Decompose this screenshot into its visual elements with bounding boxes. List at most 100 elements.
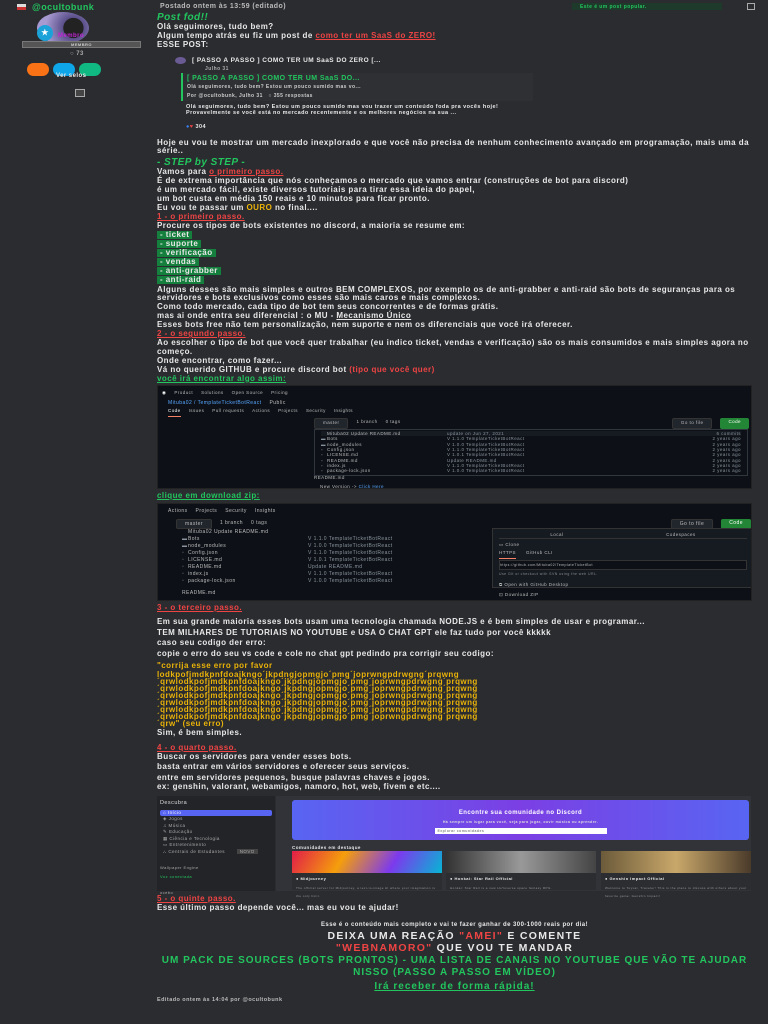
discover-item-label: Entretenimento	[169, 842, 207, 848]
text: QUE VOU TE MANDAR	[432, 942, 574, 955]
reactions[interactable]: ●♥ 304	[186, 123, 206, 132]
tags: 0 tags	[385, 419, 401, 425]
card-name: ● Midjourney	[296, 876, 327, 882]
paragraph: você irá encontrar algo assim:	[157, 373, 287, 383]
nav-item: Solutions	[201, 390, 224, 396]
text: Mecanismo Único	[336, 311, 412, 321]
text: E COMENTE	[503, 929, 582, 942]
code-line: ´qrw" (seu erro)	[157, 719, 225, 729]
card-meta: Por @ocultobunk, Julho 31 ○ 355 resposta…	[187, 92, 313, 99]
card-name-text: Genshin Impact Official	[609, 876, 665, 882]
explore-search: Explorar comunidades	[434, 828, 607, 835]
card-desc: Welcome to Teyvat, Traveler! This is the…	[605, 885, 747, 899]
paragraph: Ao escolher o tipo de bot que você quer …	[157, 338, 749, 356]
rank-bar: MEMBRO	[22, 41, 141, 48]
nav-item: Open Source	[231, 390, 264, 396]
tab: Projects	[195, 507, 218, 514]
category-icon: ▭	[163, 842, 168, 848]
quote-card[interactable]: [ PASSO A PASSO ] COMO TER UM SaaS DO...…	[181, 72, 533, 101]
file-row: ▫ package-lock.json V 1.0.0 TemplateTicket…	[321, 468, 741, 473]
text: mas ai onde entra seu diferencial : o MU…	[157, 311, 337, 321]
category-icon: ✎	[163, 829, 168, 835]
tag: - anti-grabber	[157, 267, 221, 276]
paragraph: Em sua grande maioria esses bots usam um…	[157, 617, 645, 627]
tab-codespaces: Codespaces	[666, 531, 696, 537]
card-title[interactable]: [ PASSO A PASSO ] COMO TER UM SaaS DO...	[187, 75, 529, 84]
saas-link[interactable]: como ter um SaaS do ZERO!	[315, 31, 435, 40]
tab: Security	[305, 408, 326, 414]
github-nav: ◉ Product Solutions Open Source Pricing	[162, 388, 288, 397]
open-desktop: ⧉ Open with GitHub Desktop	[499, 581, 569, 587]
protocol-tabs: HTTPS GitHub CLI	[499, 549, 747, 559]
text: Vamos para	[157, 166, 210, 176]
tag: - suporte	[157, 239, 202, 248]
banner-subtitle: Há sempre um lugar para você, seja para …	[442, 819, 599, 824]
paragraph: Vamos para o primeiro passo.	[157, 166, 752, 177]
heart-icon: ♥	[189, 123, 194, 130]
discover-item-label: Educação	[168, 829, 193, 835]
discord-user-panel: Wallpaper Engine Voz conectada ocebo	[160, 864, 272, 898]
text: Eu vou te passar um	[157, 202, 247, 212]
repo-tabs: Code Issues Pull requests Actions Projects Se…	[168, 407, 353, 417]
nav-item: Product	[174, 390, 194, 396]
paragraph: ESSE POST:	[157, 40, 209, 49]
paragraph: Alguns desses são mais simples e outros …	[157, 284, 736, 303]
tab: Insights	[333, 408, 353, 414]
file-name: package-lock.json	[188, 577, 236, 584]
cta-line-2: "WEBNAMORO" QUE VOU TE MANDAR	[157, 942, 752, 954]
paragraph: basta entrar em vários servidores e ofer…	[157, 762, 410, 772]
paragraph: Algum tempo atrás eu fiz um post de como…	[157, 31, 752, 41]
clone-label: Clone	[505, 541, 520, 547]
category-icon: ♫	[163, 822, 167, 828]
clone-dropdown: Local Codespaces ▭ Clone HTTPS GitHub CLI …	[492, 527, 751, 597]
discord-banner: Encontre sua comunidade no Discord Há se…	[292, 800, 749, 841]
tab-cli: GitHub CLI	[526, 550, 553, 556]
author-username[interactable]: @ocultobunk	[32, 2, 94, 12]
discover-item-label: Jogos	[168, 816, 183, 822]
quoted-post[interactable]: [ PASSO A PASSO ] COMO TER UM SaaS DO ZE…	[169, 55, 549, 133]
file-name: index.js	[188, 570, 209, 577]
category-icon: ◈	[163, 816, 167, 822]
badge-icon[interactable]	[27, 63, 49, 76]
quote-title[interactable]: [ PASSO A PASSO ] COMO TER UM SaaS DO ZE…	[192, 57, 381, 64]
file-name: Bots	[188, 535, 200, 542]
paragraph: clique em download zip:	[157, 491, 260, 501]
paragraph: é um mercado fácil, existe diversos tuto…	[157, 184, 475, 194]
tab: Code	[168, 407, 181, 417]
discover-item-label: Música	[168, 822, 186, 828]
error-code-block: lodkpofjmdkpnfdoajkngo´jkpdngjopmgjo´pmg…	[157, 671, 752, 729]
clone-heading: ▭ Clone	[499, 541, 520, 547]
post-menu-icon[interactable]	[747, 3, 755, 10]
file-name: LICENSE.md	[188, 556, 223, 563]
paragraph: Esse último passo depende você... mas eu…	[157, 903, 399, 913]
paragraph: Procure os tipos de bots existentes no d…	[157, 220, 466, 230]
readme-link: Click Here	[358, 483, 384, 489]
post-content: Post fod!! Olá seguimores, tudo bem? Alg…	[157, 13, 752, 1005]
cta-line-1: DEIXA UMA REAÇÃO "AMEI" E COMENTE	[157, 930, 752, 942]
view-badges-link[interactable]: Ver selos	[56, 73, 86, 79]
reaction-count: 304	[195, 123, 207, 130]
paragraph: Esse é o conteúdo mais completo e vai te…	[320, 921, 589, 928]
step-heading: 4 - o quarto passo.	[157, 742, 237, 752]
reputation-count: 73	[76, 51, 84, 57]
discord-main: Encontre sua comunidade no Discord Há se…	[276, 796, 751, 898]
commit-message: Mituba02 Update README.md	[188, 528, 269, 535]
community-card: ● Honkai: Star Rail Official Honkai: Star…	[446, 851, 596, 891]
file-name: package-lock.json	[327, 468, 371, 474]
clone-hint: Use Git or checkout with SVN using the w…	[499, 572, 598, 577]
step-heading: 1 - o primeiro passo.	[157, 211, 245, 221]
text: o primeiro passo.	[209, 166, 284, 176]
paragraph: Eu vou te passar um OURO no final....	[157, 202, 752, 213]
download-zip: ⊡ Download ZIP	[499, 592, 539, 598]
message-icon[interactable]	[75, 89, 85, 97]
github-logo-icon: ◉	[162, 390, 167, 396]
readme-text: New Version ->	[320, 483, 359, 489]
open-desktop-label: Open with GitHub Desktop	[504, 581, 569, 587]
banner-title: Encontre sua comunidade no Discord	[458, 810, 583, 817]
edited-note: Editado ontem às 14:04 por @ocultobunk	[157, 996, 283, 1003]
category-icon: ⛬	[163, 848, 167, 854]
code-line: ´qrwlodkpofjmdkpnfdoajkngo´jkpdngjopmgjo…	[157, 712, 478, 722]
text: "AMEI"	[459, 929, 504, 942]
post-meta: Postado ontem às 13:59 (editado)	[160, 3, 287, 10]
discord-username: ocebo	[160, 890, 174, 896]
